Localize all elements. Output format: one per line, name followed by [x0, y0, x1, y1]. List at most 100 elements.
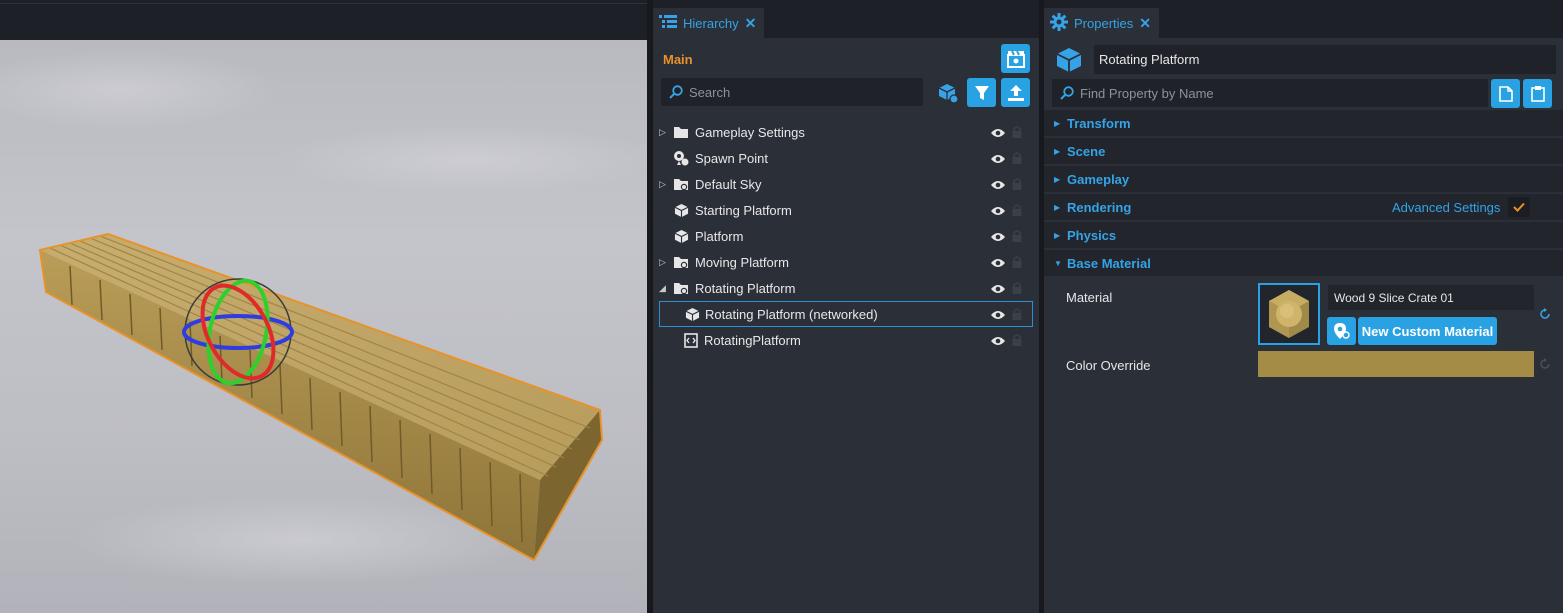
expand-arrow-icon: ▶ [1054, 146, 1061, 156]
hierarchy-item-rotating-platform-networked[interactable]: Rotating Platform (networked) [659, 301, 1033, 327]
expand-arrow-icon: ▶ [1054, 202, 1061, 212]
folder-gear-icon [673, 176, 689, 192]
section-title: Transform [1067, 115, 1131, 131]
add-object-icon[interactable] [937, 82, 959, 107]
section-gameplay[interactable]: ▶ Gameplay [1044, 166, 1563, 192]
hierarchy-item-rotatingplatform-script[interactable]: RotatingPlatform [659, 328, 1033, 352]
reset-icon[interactable] [1539, 308, 1551, 323]
hierarchy-item-label: Platform [695, 228, 744, 244]
expand-arrow-icon: ▶ [1054, 230, 1061, 240]
folder-gear-icon [673, 280, 689, 296]
search-icon [1060, 86, 1074, 100]
filter-button[interactable] [967, 78, 996, 107]
copy-button[interactable] [1491, 79, 1520, 108]
hierarchy-panel: Main ▷ Gameplay Settings Spawn Point ▷ D… [653, 38, 1039, 613]
hierarchy-item-spawn-point[interactable]: Spawn Point [659, 146, 1033, 170]
viewport-scene [0, 50, 647, 585]
scene-viewport[interactable] [0, 40, 647, 613]
tab-hierarchy-label: Hierarchy [683, 15, 739, 31]
expand-arrow-icon[interactable]: ▷ [659, 179, 669, 190]
hierarchy-item-label: Default Sky [695, 176, 762, 192]
cube-icon [684, 306, 700, 322]
tab-properties[interactable]: Properties ✕ [1044, 8, 1159, 38]
hierarchy-item-label: Gameplay Settings [695, 124, 805, 140]
eye-icon[interactable] [991, 282, 1005, 297]
section-rendering[interactable]: ▶ Rendering Advanced Settings [1044, 194, 1563, 220]
find-property-search[interactable] [1052, 79, 1488, 107]
section-scene[interactable]: ▶ Scene [1044, 138, 1563, 164]
cube-icon [673, 202, 689, 218]
hierarchy-item-platform[interactable]: Platform [659, 224, 1033, 248]
lock-icon[interactable] [1012, 255, 1022, 271]
folder-gear-icon [673, 254, 689, 270]
upload-icon [1007, 84, 1024, 101]
spawn-point-icon [673, 150, 689, 166]
lock-icon[interactable] [1012, 177, 1022, 193]
checkmark-icon [1513, 202, 1525, 212]
eye-icon[interactable] [991, 152, 1005, 167]
hierarchy-item-rotating-platform[interactable]: ◢ Rotating Platform [659, 276, 1033, 300]
eye-icon[interactable] [991, 256, 1005, 271]
section-base-material[interactable]: ▼ Base Material [1044, 250, 1563, 276]
hierarchy-item-moving-platform[interactable]: ▷ Moving Platform [659, 250, 1033, 274]
properties-panel: Rotating Platform ▶ Transform ▶ Scene ▶ … [1044, 38, 1563, 613]
eye-icon[interactable] [991, 178, 1005, 193]
lock-icon[interactable] [1012, 307, 1022, 323]
section-title: Scene [1067, 143, 1106, 159]
filter-icon [974, 85, 989, 100]
lock-icon[interactable] [1012, 333, 1022, 349]
eye-icon[interactable] [991, 230, 1005, 245]
material-label: Material [1066, 290, 1113, 305]
color-override-label: Color Override [1066, 358, 1151, 373]
paste-button[interactable] [1523, 79, 1552, 108]
cube-icon [1055, 46, 1083, 77]
hierarchy-item-gameplay-settings[interactable]: ▷ Gameplay Settings [659, 120, 1033, 144]
tab-properties-label: Properties [1074, 15, 1134, 31]
upload-button[interactable] [1001, 78, 1030, 107]
locate-asset-icon [1333, 323, 1350, 339]
hierarchy-item-label: Starting Platform [695, 202, 792, 218]
browse-material-button[interactable] [1327, 317, 1356, 345]
lock-icon[interactable] [1012, 281, 1022, 297]
material-thumbnail[interactable] [1258, 283, 1320, 345]
collapse-arrow-icon[interactable]: ◢ [659, 283, 669, 294]
hierarchy-search[interactable] [661, 78, 923, 106]
main-scene-label: Main [663, 52, 693, 67]
search-icon [669, 85, 683, 99]
find-property-input[interactable] [1078, 84, 1472, 102]
eye-icon[interactable] [991, 334, 1005, 349]
tab-hierarchy[interactable]: Hierarchy ✕ [653, 8, 765, 38]
reset-icon[interactable] [1539, 358, 1551, 373]
folder-icon [673, 124, 689, 140]
search-input[interactable] [687, 83, 911, 101]
section-transform[interactable]: ▶ Transform [1044, 110, 1563, 136]
lock-icon[interactable] [1012, 203, 1022, 219]
eye-icon[interactable] [991, 126, 1005, 141]
eye-icon[interactable] [991, 308, 1005, 323]
lock-icon[interactable] [1012, 229, 1022, 245]
hierarchy-item-label: Spawn Point [695, 150, 768, 166]
scene-options-button[interactable] [1001, 44, 1030, 73]
section-physics[interactable]: ▶ Physics [1044, 222, 1563, 248]
lock-icon[interactable] [1012, 125, 1022, 141]
script-icon [683, 332, 699, 348]
close-icon[interactable]: ✕ [745, 15, 757, 32]
new-custom-material-button[interactable]: New Custom Material [1358, 317, 1497, 345]
section-title: Gameplay [1067, 171, 1130, 187]
hierarchy-item-label: RotatingPlatform [704, 332, 801, 348]
color-override-swatch[interactable] [1258, 351, 1534, 377]
expand-arrow-icon[interactable]: ▷ [659, 257, 669, 268]
advanced-settings-checkbox[interactable] [1508, 197, 1530, 217]
hierarchy-item-label: Moving Platform [695, 254, 789, 270]
hierarchy-item-default-sky[interactable]: ▷ Default Sky [659, 172, 1033, 196]
lock-icon[interactable] [1012, 151, 1022, 167]
hierarchy-item-starting-platform[interactable]: Starting Platform [659, 198, 1033, 222]
material-name-field[interactable]: Wood 9 Slice Crate 01 [1328, 285, 1534, 310]
section-title: Physics [1067, 227, 1117, 243]
object-name-field[interactable]: Rotating Platform [1094, 45, 1556, 74]
close-icon[interactable]: ✕ [1139, 15, 1151, 32]
gear-icon [1050, 12, 1068, 34]
eye-icon[interactable] [991, 204, 1005, 219]
expand-arrow-icon[interactable]: ▷ [659, 127, 669, 138]
expand-arrow-icon: ▶ [1054, 118, 1061, 128]
